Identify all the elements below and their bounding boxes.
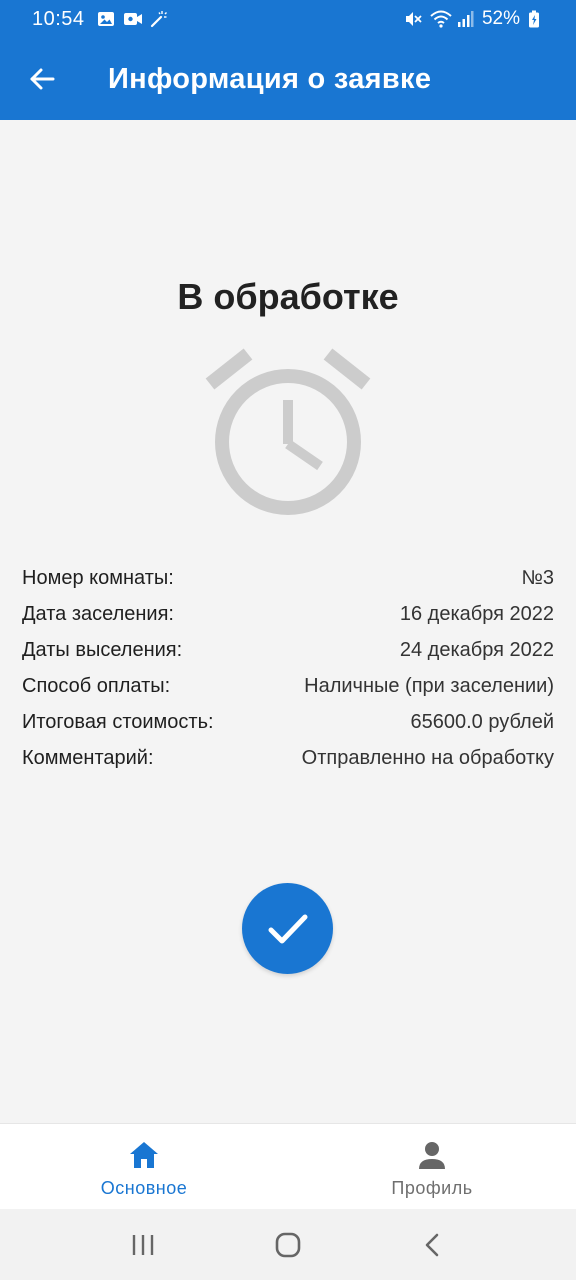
magic-wand-icon [149,10,167,28]
recent-apps-button[interactable] [123,1225,163,1265]
detail-value: Наличные (при заселении) [304,674,554,697]
system-navigation [0,1209,576,1280]
bottom-navigation: Основное Профиль [0,1123,576,1209]
alarm-clock-icon [204,348,372,520]
detail-value: 24 декабря 2022 [399,638,554,661]
detail-row-room: Номер комнаты: №3 [22,560,554,596]
detail-row-comment: Комментарий: Отправленно на обработку [22,740,554,776]
detail-value: 16 декабря 2022 [399,602,554,625]
detail-label: Комментарий: [22,746,154,769]
person-icon [419,1142,445,1169]
detail-row-payment: Способ оплаты: Наличные (при заселении) [22,668,554,704]
nav-item-profile[interactable]: Профиль [288,1124,576,1209]
recent-apps-icon [132,1234,153,1255]
battery-icon [528,10,546,28]
page-title: Информация о заявке [108,62,432,95]
home-icon [130,1142,158,1168]
request-status: В обработке [177,276,399,317]
status-right: 52% [404,8,546,30]
detail-value: Отправленно на обработку [301,746,554,769]
request-details: Номер комнаты: №3 Дата заселения: 16 дек… [22,560,554,776]
status-time: 10:54 [32,7,85,30]
chevron-left-icon [426,1233,439,1256]
mute-icon [404,10,422,28]
video-camera-icon [123,10,142,28]
detail-label: Способ оплаты: [22,674,171,697]
detail-value: №3 [521,566,554,589]
detail-row-checkin: Дата заселения: 16 декабря 2022 [22,596,554,632]
detail-label: Дата заселения: [22,602,174,625]
nav-item-label: Основное [100,1178,188,1198]
image-icon [97,10,115,28]
app-bar: Информация о заявке [0,38,576,120]
wifi-icon [430,10,452,28]
detail-row-total: Итоговая стоимость: 65600.0 рублей [22,704,554,740]
home-circle-icon [275,1232,301,1257]
status-bar: 10:54 52% [0,0,576,38]
signal-icon [456,10,474,28]
detail-row-checkout: Даты выселения: 24 декабря 2022 [22,632,554,668]
back-system-button[interactable] [413,1225,453,1265]
detail-label: Номер комнаты: [22,566,174,589]
battery-percent: 52% [481,8,520,29]
detail-label: Даты выселения: [22,638,183,661]
status-left: 10:54 [32,8,167,31]
detail-value: 65600.0 рублей [410,710,555,733]
check-icon [268,914,307,943]
back-button[interactable] [22,59,62,99]
detail-label: Итоговая стоимость: [22,710,214,733]
nav-item-label: Профиль [391,1178,473,1198]
nav-item-main[interactable]: Основное [0,1124,288,1209]
confirm-button[interactable] [242,883,333,974]
arrow-back-icon [30,68,55,90]
home-system-button[interactable] [268,1225,308,1265]
